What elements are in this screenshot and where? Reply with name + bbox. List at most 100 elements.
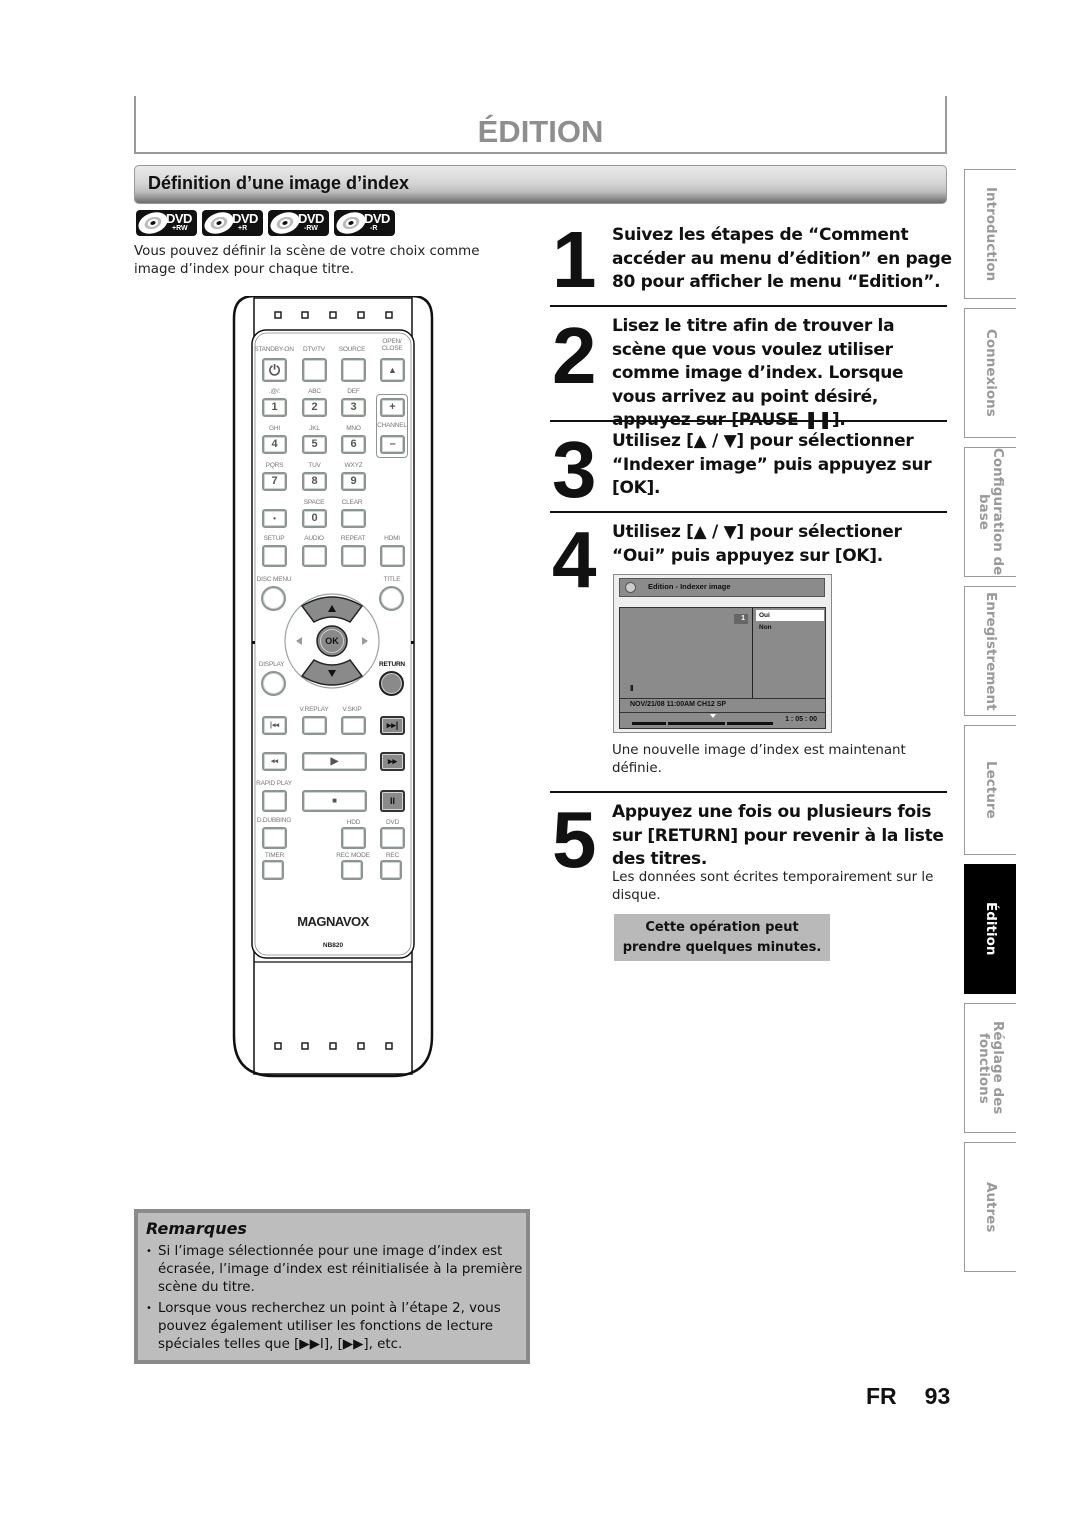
option-oui[interactable]: Oui — [756, 610, 824, 621]
setup-label: SETUP — [263, 535, 285, 542]
key-4-button[interactable]: 4 — [262, 435, 287, 454]
side-tab-lecture[interactable]: Lecture — [964, 725, 1016, 855]
hdmi-button[interactable] — [380, 545, 405, 567]
dvd-plus-r-logo: DVD +R — [202, 210, 263, 236]
side-tab-label: Enregistrement — [983, 591, 999, 711]
step-3-number: 3 — [552, 425, 597, 514]
step-5-note: Les données sont écrites temporairement … — [612, 870, 934, 903]
disc-sub-label: -R — [370, 225, 378, 232]
down-arrow-button[interactable] — [314, 664, 350, 682]
side-tab-label: Configuration de base — [976, 448, 1006, 576]
title-number-badge: 1 — [734, 614, 748, 624]
side-tab-configuration[interactable]: Configuration de base — [964, 447, 1016, 577]
key4-letters: GHI — [269, 425, 280, 432]
rec-mode-button[interactable] — [341, 860, 363, 880]
channel-up-button[interactable]: + — [380, 398, 405, 417]
open-close-button[interactable]: ▲ — [380, 358, 405, 382]
disc-menu-button[interactable] — [261, 586, 286, 611]
fast-forward-icon: ▸▸ — [387, 756, 398, 766]
rapid-play-button[interactable] — [262, 790, 287, 812]
key-7-button[interactable]: 7 — [262, 472, 287, 491]
hdd-button[interactable] — [341, 827, 366, 849]
skip-back-button[interactable]: |◂◂ — [262, 716, 287, 735]
ddubbing-button[interactable] — [262, 827, 287, 849]
osd-main-panel: 1 II Oui Non — [619, 607, 826, 699]
side-tab-edition[interactable]: Édition — [964, 864, 1016, 994]
step-divider — [550, 420, 947, 422]
dot-button[interactable]: • — [262, 509, 287, 528]
option-non[interactable]: Non — [756, 622, 824, 633]
channel-down-button[interactable]: – — [380, 435, 405, 454]
key-3-button[interactable]: 3 — [341, 398, 366, 417]
side-tab-reglage[interactable]: Réglage des fonctions — [964, 1003, 1016, 1133]
key-5-button[interactable]: 5 — [302, 435, 327, 454]
pause-status-icon: II — [630, 684, 634, 693]
audio-button[interactable] — [302, 545, 327, 567]
chapter-header: ÉDITION — [134, 96, 947, 154]
return-button[interactable] — [379, 671, 404, 696]
eject-icon: ▲ — [388, 365, 397, 375]
ok-button[interactable]: OK — [317, 626, 347, 656]
power-icon: ⏻ — [268, 362, 281, 378]
key-8-button[interactable]: 8 — [302, 472, 327, 491]
step-1-text: Suivez les étapes de “Comment accéder au… — [612, 225, 952, 292]
key-9-button[interactable]: 9 — [341, 472, 366, 491]
repeat-button[interactable] — [341, 545, 366, 567]
dvd-button[interactable] — [380, 827, 405, 849]
left-arrow-button[interactable] — [288, 626, 306, 656]
side-tab-introduction[interactable]: Introduction — [964, 169, 1016, 299]
audio-label: AUDIO — [304, 535, 324, 542]
stop-button[interactable]: ■ — [302, 790, 367, 812]
display-label: DISPLAY — [258, 661, 285, 668]
side-tab-connexions[interactable]: Connexions — [964, 308, 1016, 438]
setup-button[interactable] — [262, 545, 287, 567]
rec-mode-label: REC MODE — [336, 852, 370, 859]
timer-button[interactable] — [262, 860, 284, 880]
dvd-minus-rw-logo: DVD -RW — [268, 210, 329, 236]
key9-letters: WXYZ — [344, 462, 363, 469]
vskip-label: V.SKIP — [342, 706, 362, 713]
up-arrow-button[interactable] — [314, 600, 350, 618]
side-tab-label: Réglage des fonctions — [976, 1021, 1006, 1115]
side-tab-enregistrement[interactable]: Enregistrement — [964, 586, 1016, 716]
progress-segment — [632, 722, 666, 725]
model-number: NB820 — [322, 942, 344, 949]
rec-button[interactable] — [380, 860, 402, 880]
dtvtv-label: DTV/TV — [303, 346, 325, 353]
pause-button[interactable]: II — [380, 790, 405, 812]
rewind-button[interactable]: ◂◂ — [262, 752, 287, 771]
fast-forward-button[interactable]: ▸▸ — [380, 752, 405, 771]
display-button[interactable] — [261, 671, 286, 696]
disc-icon — [625, 582, 636, 593]
hdd-label: HDD — [346, 819, 361, 826]
brand-logo: MAGNAVOX — [297, 914, 369, 929]
right-arrow-button[interactable] — [358, 626, 376, 656]
side-tab-autres[interactable]: Autres — [964, 1142, 1016, 1272]
dvd-plus-rw-logo: DVD +RW — [136, 210, 197, 236]
vreplay-button[interactable] — [302, 716, 327, 735]
hdmi-label: HDMI — [384, 535, 400, 542]
intro-text: Vous pouvez définir la scène de votre ch… — [134, 244, 480, 277]
title-button[interactable] — [379, 586, 404, 611]
side-tab-label: Connexions — [983, 329, 999, 417]
step-1-number: 1 — [552, 215, 597, 304]
skip-forward-icon: ▸▸| — [386, 720, 399, 730]
clear-button[interactable] — [341, 509, 366, 528]
key-1-button[interactable]: 1 — [262, 398, 287, 417]
key-0-button[interactable]: 0 — [302, 509, 327, 528]
key6-letters: MNO — [346, 425, 361, 432]
disc-label: DVD — [232, 211, 258, 226]
dtvtv-button[interactable] — [302, 358, 327, 382]
source-button[interactable] — [341, 358, 366, 382]
skip-forward-button[interactable]: ▸▸| — [380, 716, 405, 735]
play-button[interactable]: ▶ — [302, 752, 367, 771]
vskip-button[interactable] — [341, 716, 366, 735]
osd-screen: Edition - Indexer image 1 II Oui Non NOV… — [613, 574, 832, 733]
title-label: TITLE — [383, 576, 401, 583]
key-6-button[interactable]: 6 — [341, 435, 366, 454]
standby-button[interactable]: ⏻ — [262, 358, 287, 382]
key-2-button[interactable]: 2 — [302, 398, 327, 417]
play-icon: ▶ — [330, 756, 339, 767]
vreplay-label: V.REPLAY — [299, 706, 329, 713]
disc-sub-label: -RW — [304, 225, 318, 232]
